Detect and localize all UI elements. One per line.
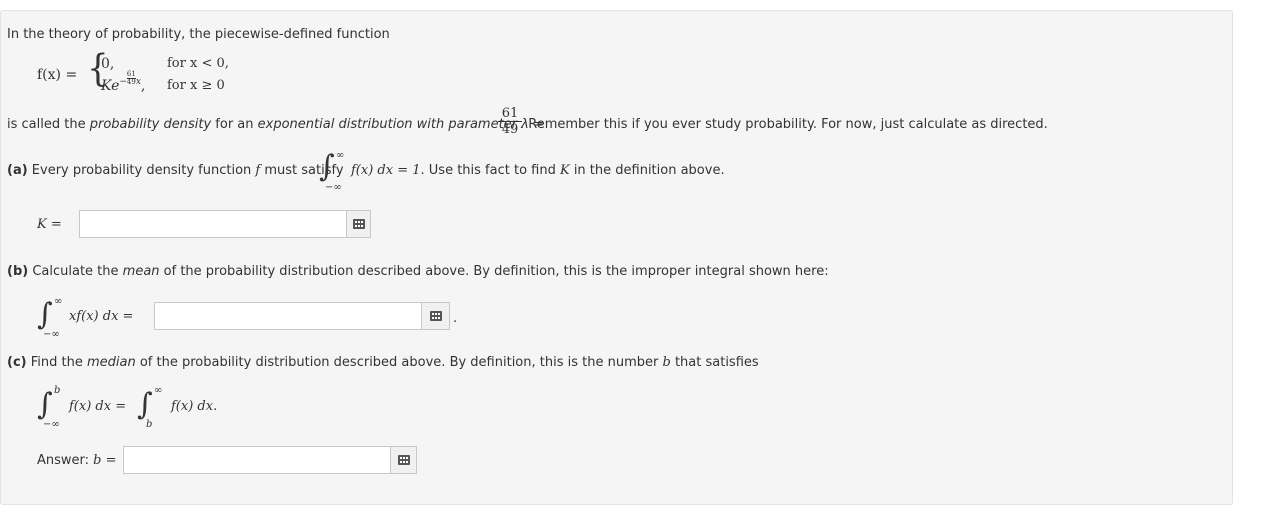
case1-condition: for x < 0, [167,56,229,71]
median-answer-input[interactable] [123,446,391,474]
mean-integrand: xf(x) dx = [69,309,134,324]
median-integral-right-sign: ∫ [137,387,153,422]
question-panel: In the theory of probability, the piecew… [0,10,1233,505]
median-answer-label: Answer: b = [37,453,117,468]
keypad-icon [429,311,442,321]
k-answer-label: K = [37,217,62,232]
mean-trailing-period: . [453,311,458,326]
part-c-prompt: (c) Find the median of the probability d… [7,355,759,370]
k-math-keypad-button[interactable] [347,210,371,238]
median-math-keypad-button[interactable] [391,446,417,474]
keypad-icon [352,219,365,229]
median-integrand-right: f(x) dx. [171,399,218,414]
median-integral-left-sign: ∫ [37,387,53,422]
definition-suffix: . Remember this if you ever study probab… [520,117,1048,132]
definition-sentence: is called the probability density for an… [7,117,544,132]
mean-integral-upper: ∞ [54,296,63,307]
case1-value: 0, [101,56,115,72]
piecewise-lhs: f(x) = [37,67,78,83]
median-integral-right-lower: b [146,419,153,430]
keypad-icon [397,455,410,465]
lambda-fraction: 61 49 [498,106,522,137]
k-answer-input[interactable] [79,210,347,238]
integral-lower-limit: −∞ [325,182,342,193]
integral-upper-limit: ∞ [336,150,345,161]
part-b-prompt: (b) Calculate the mean of the probabilit… [7,264,829,279]
mean-integral-lower: −∞ [43,329,60,340]
mean-integral-sign: ∫ [37,297,53,332]
part-a-condition: f(x) dx = 1. Use this fact to find K in … [351,163,725,178]
mean-answer-input[interactable] [154,302,422,330]
intro-text: In the theory of probability, the piecew… [7,27,390,42]
median-integral-left-lower: −∞ [43,419,60,430]
part-a-prompt: (a) Every probability density function f… [7,163,344,178]
median-integral-left-upper: b [54,385,61,396]
case2-expression: Ke− 61 49 x, [101,70,146,95]
case2-condition: for x ≥ 0 [167,78,225,93]
mean-math-keypad-button[interactable] [422,302,450,330]
median-integral-right-upper: ∞ [154,385,163,396]
integral-sign: ∫ [319,149,335,184]
median-integrand-left: f(x) dx = [69,399,127,414]
